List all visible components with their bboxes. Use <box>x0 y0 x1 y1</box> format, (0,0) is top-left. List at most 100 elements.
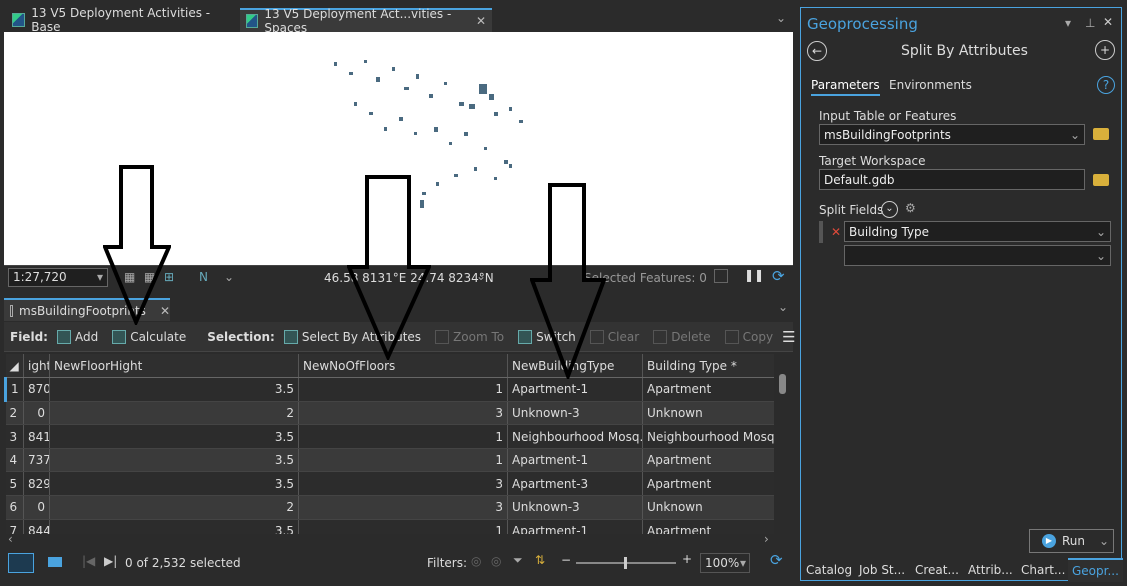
first-record-icon[interactable]: |◀ <box>82 554 95 568</box>
table-cell[interactable]: Unknown <box>642 401 776 426</box>
add-field-button[interactable]: Add <box>52 329 103 344</box>
tab-spaces-map[interactable]: 13 V5 Deployment Act...vities - Spaces ✕ <box>240 7 492 35</box>
table-cell[interactable]: 1 <box>298 377 508 402</box>
folder-icon[interactable] <box>1093 128 1109 140</box>
input-table-field[interactable]: msBuildingFootprints ⌄ <box>819 124 1085 145</box>
menu-icon[interactable]: ☰ <box>782 328 795 346</box>
row-number[interactable]: 5 <box>5 471 24 497</box>
calculate-field-button[interactable]: Calculate <box>107 329 191 344</box>
table-row[interactable]: 2 0 2 3 Unknown-3 Unknown <box>5 401 776 426</box>
pause-icon[interactable]: ❚❚ <box>744 268 764 282</box>
target-workspace-field[interactable]: Default.gdb <box>819 169 1085 190</box>
table-cell[interactable]: 3 <box>298 471 508 497</box>
column-header[interactable]: ight <box>23 354 50 379</box>
zoom-level-select[interactable]: 100% ▾ <box>700 553 750 573</box>
zoom-slider-handle[interactable] <box>624 557 627 569</box>
chevron-down-icon[interactable]: ⌄ <box>776 11 786 25</box>
chevron-down-icon[interactable]: ⌄ <box>881 201 898 218</box>
table-cell[interactable]: 0 <box>23 401 50 426</box>
table-row[interactable]: 6 0 2 3 Unknown-3 Unknown <box>5 495 776 520</box>
zoom-slider[interactable] <box>576 557 676 569</box>
gear-icon[interactable]: ⚙ <box>905 201 916 215</box>
row-number[interactable]: 6 <box>5 495 24 520</box>
scale-selector[interactable]: 1:27,720 ▾ <box>8 268 108 287</box>
table-cell[interactable]: Apartment <box>642 377 776 402</box>
show-selected-records-button[interactable] <box>48 557 62 567</box>
table-cell[interactable]: Apartment <box>642 471 776 497</box>
tab-chart[interactable]: Chart... <box>1021 558 1065 582</box>
row-number[interactable]: 2 <box>5 401 24 426</box>
horizontal-scrollbar[interactable]: ‹ › <box>4 532 793 548</box>
zoom-to-button[interactable]: Zoom To <box>430 329 509 344</box>
split-field-select-empty[interactable]: ⌄ <box>844 245 1111 266</box>
close-icon[interactable]: ✕ <box>476 14 486 28</box>
chevron-down-icon[interactable]: ⌄ <box>476 269 486 283</box>
add-icon[interactable]: + <box>1095 40 1115 60</box>
table-row[interactable]: 384133.51Neighbourhood Mosq...Neighbourh… <box>5 424 776 449</box>
tab-catalog[interactable]: Catalog <box>806 558 852 582</box>
column-header[interactable]: NewFloorHight <box>49 354 299 379</box>
tab-parameters[interactable]: Parameters <box>811 78 880 96</box>
zoom-in-icon[interactable]: + <box>682 552 692 566</box>
table-cell[interactable]: 1 <box>298 424 508 449</box>
row-number[interactable]: 1 <box>4 377 24 402</box>
table-cell[interactable]: Neighbourhood Mosq... <box>507 424 643 449</box>
folder-icon[interactable] <box>1093 174 1109 186</box>
table-row[interactable]: 582933.53Apartment-3Apartment <box>5 471 776 497</box>
sort-icon[interactable]: ⇅ <box>535 553 545 567</box>
tab-create[interactable]: Creat... <box>915 558 959 582</box>
chevron-down-icon[interactable]: ⌄ <box>224 270 234 284</box>
column-header[interactable]: Building Type * <box>642 354 776 379</box>
tab-attributes[interactable]: Attrib... <box>968 558 1013 582</box>
help-icon[interactable]: ? <box>1097 76 1115 94</box>
table-cell[interactable]: 2 <box>49 495 299 520</box>
remove-icon[interactable]: ✕ <box>831 225 841 239</box>
table-cell[interactable]: Unknown-3 <box>507 495 643 520</box>
tab-base-map[interactable]: 13 V5 Deployment Activities - Base <box>6 6 236 34</box>
tab-job-status[interactable]: Job St... <box>859 558 905 582</box>
table-cell[interactable]: Apartment-3 <box>507 471 643 497</box>
north-arrow-icon[interactable]: N <box>199 270 208 284</box>
row-number[interactable]: 4 <box>5 448 24 473</box>
table-cell[interactable]: Unknown-3 <box>507 401 643 426</box>
table-cell[interactable]: 3.5 <box>49 448 299 473</box>
table-cell[interactable]: 3.5 <box>49 471 299 497</box>
table-cell[interactable]: Apartment-1 <box>507 448 643 473</box>
table-cell[interactable]: 3.5 <box>49 424 299 449</box>
filter-icon[interactable]: ⏷ <box>513 553 523 568</box>
tab-geoprocessing[interactable]: Geopr... <box>1068 558 1123 582</box>
show-all-records-button[interactable] <box>8 553 34 573</box>
table-row[interactable]: 187093.51Apartment-1Apartment <box>4 377 776 402</box>
refresh-icon[interactable]: ⟳ <box>772 267 785 285</box>
table-cell[interactable]: 3.5 <box>49 377 299 402</box>
options-menu-icon[interactable]: ▾ <box>1065 16 1071 30</box>
delete-button[interactable]: Delete <box>648 329 715 344</box>
table-cell[interactable]: 7372 <box>23 448 50 473</box>
table-cell[interactable]: 8293 <box>23 471 50 497</box>
vertical-scrollbar[interactable] <box>774 354 792 534</box>
filter-extent-icon[interactable]: ◎ <box>471 554 481 568</box>
table-cell[interactable]: 0 <box>23 495 50 520</box>
table-row[interactable]: 473723.51Apartment-1Apartment <box>5 448 776 473</box>
table-cell[interactable]: Apartment <box>642 448 776 473</box>
back-icon[interactable]: ← <box>807 41 827 61</box>
table-cell[interactable]: 2 <box>49 401 299 426</box>
split-field-select[interactable]: Building Type ⌄ <box>844 221 1111 242</box>
row-number[interactable]: 3 <box>5 424 24 449</box>
table-cell[interactable]: Unknown <box>642 495 776 520</box>
table-cell[interactable]: 8413 <box>23 424 50 449</box>
zoom-out-icon[interactable]: − <box>561 553 571 567</box>
refresh-icon[interactable]: ⟳ <box>770 551 783 569</box>
scrollbar-thumb[interactable] <box>779 374 786 394</box>
filter-time-icon[interactable]: ◎ <box>491 554 501 568</box>
copy-button[interactable]: Copy <box>720 329 778 344</box>
table-cell[interactable]: 1 <box>298 448 508 473</box>
clear-selection-icon[interactable] <box>714 269 728 283</box>
last-record-icon[interactable]: ▶| <box>104 554 117 568</box>
tab-environments[interactable]: Environments <box>889 78 972 92</box>
chevron-down-icon[interactable]: ⌄ <box>778 300 788 314</box>
table-cell[interactable]: 3 <box>298 495 508 520</box>
table-cell[interactable]: 3 <box>298 401 508 426</box>
close-icon[interactable]: ✕ <box>1103 15 1113 29</box>
row-header-corner[interactable]: ◢ <box>5 354 24 379</box>
